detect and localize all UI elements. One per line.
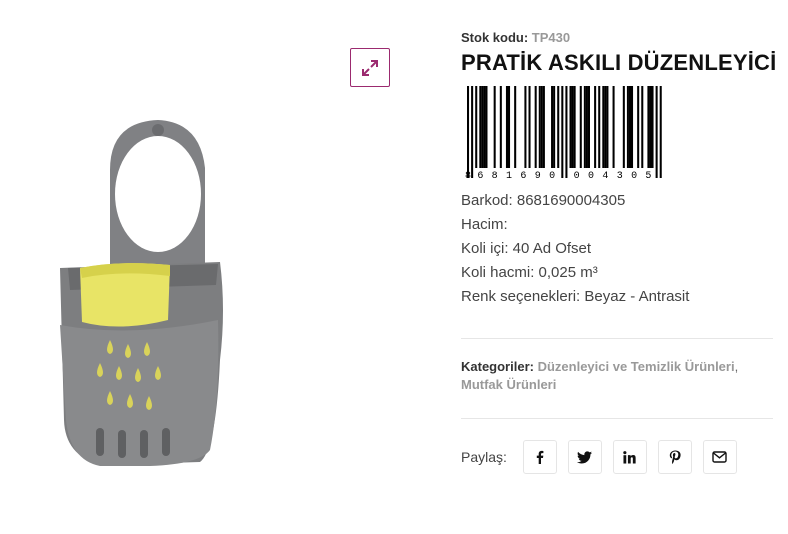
share-pinterest-button[interactable] — [657, 440, 692, 474]
linkedin-icon — [623, 450, 637, 464]
spec-hacim: Hacim: — [461, 216, 508, 233]
spec-renk: Renk seçenekleri: Beyaz - Antrasit — [461, 288, 690, 305]
barcode-bar — [602, 86, 605, 168]
barcode-digit: 5 — [645, 171, 651, 180]
barcode-digit: 4 — [602, 171, 608, 180]
barcode-bar — [505, 86, 508, 168]
expand-icon — [362, 59, 378, 76]
barcode-bar — [499, 86, 502, 168]
share-twitter-button[interactable] — [567, 440, 602, 474]
barcode-digit: 0 — [631, 171, 637, 180]
barcode-bar — [585, 86, 588, 168]
barcode-bar — [594, 86, 597, 168]
barcode-bar — [598, 86, 601, 168]
barcode-bar — [647, 86, 650, 168]
barcode-digit: 0 — [574, 171, 580, 180]
barcode-digit: 3 — [617, 171, 623, 180]
barcode-bar — [475, 86, 478, 168]
pinterest-icon — [669, 450, 681, 464]
barcode-digit: 9 — [535, 171, 541, 180]
product-gallery — [0, 0, 420, 534]
barcode-bar — [493, 86, 496, 168]
barcode-bar — [514, 86, 517, 168]
barcode-bar — [573, 86, 576, 168]
barcode-bar — [612, 86, 615, 168]
product-specs: Barkod: 8681690004305 Hacim: Koli içi: 4… — [461, 189, 689, 309]
barcode-bar — [606, 86, 609, 168]
barcode-digit: 6 — [477, 171, 483, 180]
barcode-digit: 0 — [588, 171, 594, 180]
spec-koli-ici: Koli içi: 40 Ad Ofset — [461, 240, 592, 257]
barcode-bar — [604, 86, 607, 168]
barcode-bar — [534, 86, 537, 168]
divider — [461, 418, 773, 419]
spec-koli-hacmi: Koli hacmi: 0,025 m³ — [461, 264, 598, 281]
barcode-digit: 8 — [465, 171, 471, 180]
barcode-bar — [626, 86, 629, 168]
barcode-bar — [659, 86, 662, 178]
barcode-bar — [641, 86, 644, 168]
barcode-bar — [524, 86, 527, 168]
divider — [461, 338, 773, 339]
share-facebook-button[interactable] — [522, 440, 557, 474]
share-email-button[interactable] — [702, 440, 737, 474]
barcode-bar — [622, 86, 625, 168]
barcode-bar — [481, 86, 484, 168]
barcode-bar — [655, 86, 658, 178]
barcode-bar — [561, 86, 564, 178]
sku-value: TP430 — [531, 30, 571, 45]
barcode-bar — [628, 86, 631, 168]
barcode-bar — [528, 86, 531, 168]
email-icon — [712, 451, 728, 463]
barcode-digit: 8 — [492, 171, 498, 180]
barcode-bar — [551, 86, 554, 168]
product-image[interactable] — [40, 110, 250, 480]
barcode-bar — [649, 86, 652, 168]
sku: Stok kodu: TP430 — [461, 30, 570, 45]
barcode-bar — [542, 86, 545, 168]
category-link-mutfak[interactable]: Mutfak Ürünleri — [461, 377, 556, 392]
barcode-bar — [538, 86, 541, 168]
barcode-bar — [587, 86, 590, 168]
sku-label: Stok kodu: — [461, 30, 529, 45]
barcode-digit: 0 — [549, 171, 555, 180]
twitter-icon — [577, 450, 593, 463]
barcode-bar — [479, 86, 482, 168]
share-label: Paylaş: — [461, 449, 507, 465]
category-separator: , — [734, 359, 739, 374]
product-title: PRATİK ASKILI DÜZENLEYİCİ — [461, 50, 777, 75]
share-bar: Paylaş: — [461, 440, 748, 474]
barcode-bar — [571, 86, 574, 168]
category-link-duzenleyici[interactable]: Düzenleyici ve Temizlik Ürünleri — [538, 359, 735, 374]
barcode-bar — [637, 86, 640, 168]
barcode-bar — [553, 86, 556, 168]
barcode-bar — [651, 86, 654, 168]
barcode-bar — [540, 86, 543, 168]
categories-label: Kategoriler: — [461, 359, 534, 374]
barcode-bar — [471, 86, 474, 178]
barcode-digit: 1 — [506, 171, 512, 180]
barcode-bar — [467, 86, 470, 178]
spec-barkod: Barkod: 8681690004305 — [461, 192, 626, 209]
barcode-bar — [485, 86, 488, 168]
barcode-bar — [583, 86, 586, 168]
barcode-bar — [483, 86, 486, 168]
facebook-icon — [536, 450, 544, 464]
barcode-bar — [569, 86, 572, 168]
barcode-bar — [565, 86, 568, 178]
barcode-bar — [557, 86, 560, 168]
barcode-bar — [508, 86, 511, 168]
share-linkedin-button[interactable] — [612, 440, 647, 474]
zoom-button[interactable] — [350, 48, 390, 87]
barcode-bar — [631, 86, 634, 168]
barcode-bar — [579, 86, 582, 168]
barcode-digit: 6 — [520, 171, 526, 180]
barcode-image: 8681690004305 — [465, 86, 662, 180]
product-categories: Kategoriler: Düzenleyici ve Temizlik Ürü… — [461, 358, 773, 394]
